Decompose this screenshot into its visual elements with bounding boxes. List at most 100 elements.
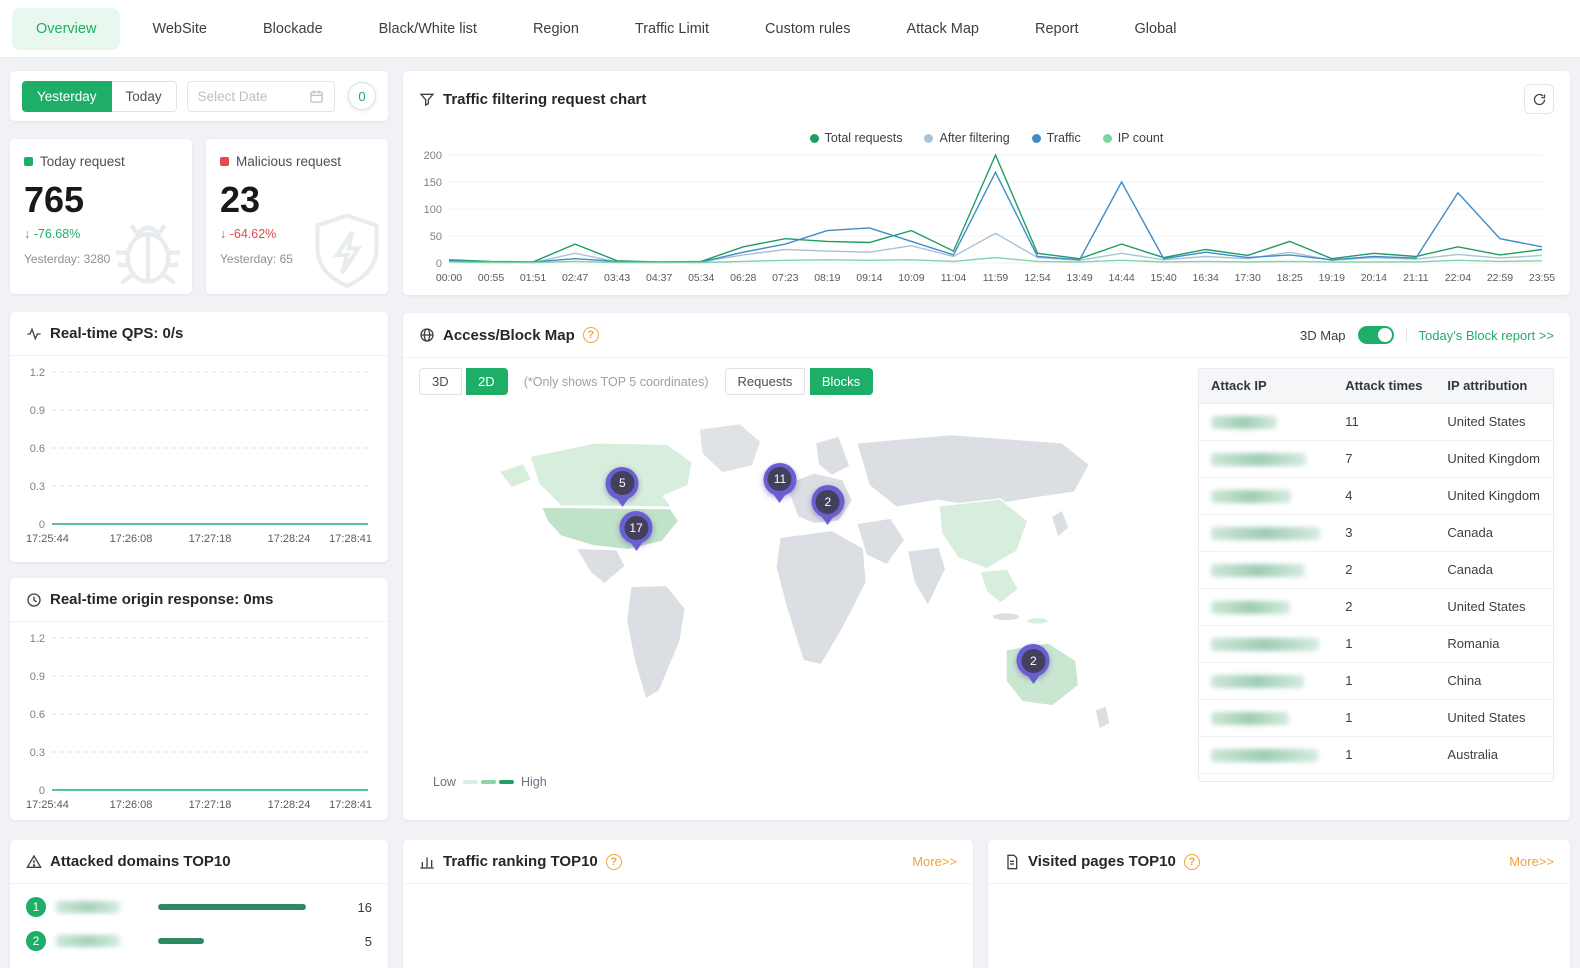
nav-tab-global[interactable]: Global — [1111, 8, 1201, 50]
map-pin[interactable]: 17 — [620, 511, 653, 551]
attack-times-cell: 1 — [1333, 663, 1435, 700]
legend-item: After filtering — [924, 131, 1009, 145]
chart-legend: Total requests After filtering Traffic IP c… — [403, 131, 1570, 145]
map-pin[interactable]: 2 — [1017, 644, 1050, 684]
block-report-link[interactable]: Today's Block report >> — [1419, 328, 1554, 343]
svg-text:13:49: 13:49 — [1066, 272, 1092, 284]
select-date-placeholder: Select Date — [198, 89, 268, 104]
bug-icon — [104, 205, 192, 294]
map-pin[interactable]: 2 — [811, 485, 844, 525]
legend-high-label: High — [521, 775, 547, 789]
map-body: 3D 2D (*Only shows TOP 5 coordinates) Re… — [403, 358, 1570, 799]
traffic-filter-header: Traffic filtering request chart — [403, 71, 1570, 127]
redacted-ip — [1211, 490, 1291, 503]
legend-item: Traffic — [1032, 131, 1081, 145]
svg-text:17:28:41: 17:28:41 — [329, 533, 372, 545]
today-request-title: Today request — [40, 154, 125, 169]
refresh-button[interactable] — [1524, 84, 1554, 114]
traffic-filter-title: Traffic filtering request chart — [443, 91, 646, 108]
dimension-segmented-control: 3D 2D — [419, 368, 508, 395]
map-pin[interactable]: 5 — [606, 467, 639, 507]
svg-text:17:27:18: 17:27:18 — [189, 799, 232, 811]
blocks-button[interactable]: Blocks — [810, 368, 873, 395]
ip-attribution-cell: United States — [1435, 404, 1553, 441]
legend-item: IP count — [1103, 131, 1164, 145]
yesterday-button[interactable]: Yesterday — [22, 81, 112, 112]
svg-text:100: 100 — [424, 204, 442, 216]
map-pin-count: 11 — [768, 467, 792, 491]
today-request-card: Today request 765 ↓ -76.68% Yesterday: 3… — [10, 139, 192, 294]
svg-text:11:04: 11:04 — [941, 272, 967, 284]
attack-ip-table[interactable]: Attack IPAttack timesIP attribution 11Un… — [1198, 368, 1554, 782]
legend-item: Total requests — [810, 131, 903, 145]
today-button[interactable]: Today — [112, 81, 177, 112]
svg-text:0.9: 0.9 — [30, 405, 45, 417]
legend-gradient-segment — [481, 780, 496, 784]
svg-text:03:43: 03:43 — [604, 272, 630, 284]
svg-text:0: 0 — [39, 785, 45, 797]
ip-attribution-cell: United Kingdom — [1435, 441, 1553, 478]
attack-table-row: 2Canada — [1199, 552, 1553, 589]
attack-ip-cell — [1199, 441, 1333, 478]
notification-badge[interactable]: 0 — [348, 82, 376, 110]
nav-tab-black-white-list[interactable]: Black/White list — [355, 8, 501, 50]
svg-text:1.2: 1.2 — [30, 367, 45, 379]
green-marker-icon — [24, 157, 33, 166]
legend-label: Total requests — [825, 131, 903, 145]
attack-table-head: Attack IPAttack timesIP attribution — [1199, 369, 1553, 404]
attack-ip-cell — [1199, 515, 1333, 552]
map-help-icon[interactable]: ? — [583, 327, 599, 343]
attack-table-column-header: Attack IP — [1199, 369, 1333, 404]
realtime-qps-card: Real-time QPS: 0/s 00.30.60.91.217:25:44… — [10, 312, 388, 562]
right-column: Traffic filtering request chart Total re… — [403, 71, 1570, 968]
ip-attribution-cell: United Kingdom — [1435, 478, 1553, 515]
date-segmented-control: Yesterday Today — [22, 81, 177, 112]
nav-tab-blockade[interactable]: Blockade — [239, 8, 347, 50]
nav-tab-report[interactable]: Report — [1011, 8, 1103, 50]
svg-text:04:37: 04:37 — [646, 272, 672, 284]
map-3d-button[interactable]: 3D — [419, 368, 462, 395]
legend-gradient-segment — [499, 780, 514, 784]
visited-pages-more-link[interactable]: More>> — [1509, 854, 1554, 869]
map-pin-tail — [1026, 674, 1040, 684]
map-pin-count: 17 — [624, 516, 648, 540]
domain-attack-count: 16 — [346, 900, 372, 915]
svg-text:0.3: 0.3 — [30, 747, 45, 759]
svg-text:21:11: 21:11 — [1403, 272, 1429, 284]
map-3d-toggle[interactable] — [1358, 326, 1394, 344]
malicious-request-title: Malicious request — [236, 154, 341, 169]
map-2d-button[interactable]: 2D — [466, 368, 508, 395]
visited-pages-header: Visited pages TOP10 ? More>> — [988, 840, 1570, 884]
svg-text:0: 0 — [436, 258, 442, 270]
attack-table-row: 1Australia — [1199, 737, 1553, 774]
domain-attack-count: 5 — [346, 934, 372, 949]
legend-dot — [1103, 134, 1112, 143]
visited-pages-help-icon[interactable]: ? — [1184, 854, 1200, 870]
world-map[interactable]: 5 17 11 2 2 — [458, 403, 1143, 773]
malicious-request-title-row: Malicious request — [220, 154, 374, 169]
nav-tab-website[interactable]: WebSite — [128, 8, 231, 50]
redacted-domain — [56, 935, 120, 947]
traffic-ranking-help-icon[interactable]: ? — [606, 854, 622, 870]
svg-text:17:28:41: 17:28:41 — [329, 799, 372, 811]
nav-tab-custom-rules[interactable]: Custom rules — [741, 8, 874, 50]
select-date-input[interactable]: Select Date — [187, 81, 335, 112]
nav-tab-region[interactable]: Region — [509, 8, 603, 50]
map-pin[interactable]: 11 — [763, 463, 796, 503]
svg-text:17:25:44: 17:25:44 — [26, 799, 69, 811]
traffic-ranking-more-link[interactable]: More>> — [912, 854, 957, 869]
svg-text:15:40: 15:40 — [1151, 272, 1177, 284]
qps-card-header: Real-time QPS: 0/s — [10, 312, 388, 356]
nav-tab-overview[interactable]: Overview — [12, 8, 120, 50]
attack-times-cell: 1 — [1333, 626, 1435, 663]
attack-times-cell: 1 — [1333, 774, 1435, 783]
nav-tab-traffic-limit[interactable]: Traffic Limit — [611, 8, 733, 50]
redacted-ip — [1211, 416, 1277, 429]
legend-low-label: Low — [433, 775, 456, 789]
map-pins: 5 17 11 2 2 — [458, 403, 1143, 773]
legend-dot — [810, 134, 819, 143]
nav-tab-attack-map[interactable]: Attack Map — [882, 8, 1003, 50]
requests-button[interactable]: Requests — [725, 368, 806, 395]
ip-attribution-cell: Romania — [1435, 626, 1553, 663]
stats-row: Today request 765 ↓ -76.68% Yesterday: 3… — [10, 139, 388, 294]
